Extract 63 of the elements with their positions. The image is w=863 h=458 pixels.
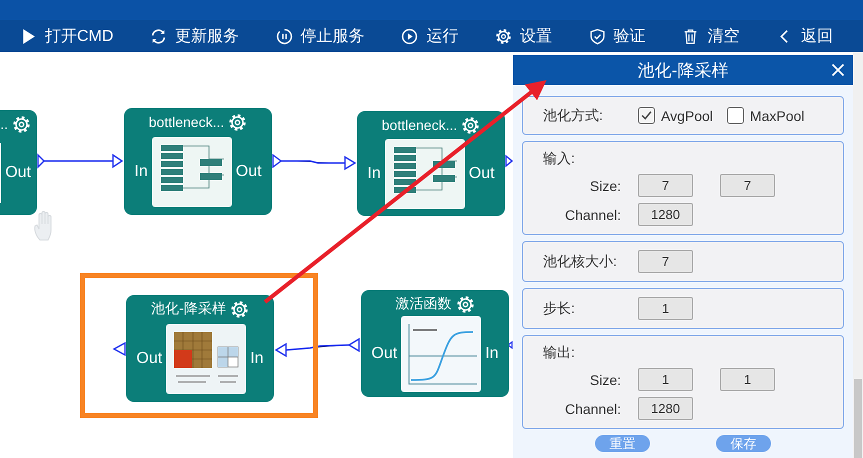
scrollbar[interactable]: [853, 52, 863, 458]
port-label: In: [367, 164, 381, 182]
number-field[interactable]: 7: [638, 174, 693, 197]
toolbar-button[interactable]: 设置: [495, 26, 552, 46]
node-title: bottleneck...: [148, 114, 224, 130]
play-icon: [20, 28, 37, 44]
settings-icon[interactable]: [228, 112, 248, 132]
number-field[interactable]: 7: [720, 174, 775, 197]
settings-icon: [495, 28, 512, 44]
number-field[interactable]: 7: [638, 250, 693, 273]
field-label: Size:: [588, 372, 621, 388]
number-field[interactable]: 1: [638, 368, 693, 391]
trash-icon: [682, 28, 700, 44]
section-label: 输入:: [543, 150, 576, 168]
number-field[interactable]: 1: [638, 297, 693, 320]
stop-icon: [276, 28, 293, 44]
port-label: In: [134, 162, 148, 180]
node-title: 激活函数: [396, 295, 452, 313]
checkbox[interactable]: [726, 107, 744, 124]
close-icon[interactable]: [831, 63, 845, 77]
graph-node[interactable]: ... Out: [0, 110, 37, 215]
graph-node[interactable]: 池化-降采样 Out In: [126, 295, 274, 402]
field-label: 池化核大小:: [543, 252, 618, 270]
toolbar-button[interactable]: 清空: [682, 26, 740, 46]
refresh-icon: [150, 28, 168, 44]
toolbar-button[interactable]: 停止服务: [276, 26, 365, 46]
toolbar-button[interactable]: 运行: [401, 26, 458, 46]
toolbar-button[interactable]: 更新服务: [150, 26, 240, 46]
field-label: Size:: [588, 178, 621, 194]
play-circle-icon: [401, 28, 418, 44]
port-label: Out: [136, 350, 162, 368]
node-title: bottleneck...: [382, 117, 458, 133]
port-label: In: [250, 350, 264, 368]
node-title: ...: [0, 116, 8, 132]
port-label: In: [485, 344, 499, 362]
toolbar-button[interactable]: 验证: [588, 26, 646, 46]
graph-node[interactable]: bottleneck... In Out: [357, 111, 505, 216]
field-label: 步长:: [543, 300, 576, 318]
port-label: Out: [5, 164, 31, 182]
section-label: 输出:: [543, 344, 576, 362]
node-title: 池化-降采样: [151, 300, 226, 318]
graph-node[interactable]: bottleneck... In Out: [124, 108, 272, 215]
field-label: Channel:: [564, 206, 621, 222]
port-label: Out: [468, 164, 495, 182]
checkbox[interactable]: [638, 107, 655, 124]
settings-icon[interactable]: [456, 294, 474, 314]
panel-title: 池化-降采样: [638, 60, 728, 82]
checkbox-label: AvgPool: [661, 108, 713, 124]
checkbox-label: MaxPool: [750, 108, 804, 124]
field-label: 池化方式:: [543, 106, 604, 124]
number-field[interactable]: 1280: [638, 397, 693, 420]
graph-node[interactable]: 激活函数 Out In: [361, 290, 509, 397]
port-label: Out: [371, 344, 398, 362]
settings-icon[interactable]: [12, 114, 31, 134]
shield-icon: [588, 28, 606, 44]
toolbar-button[interactable]: 返回: [776, 26, 833, 46]
field-label: Channel:: [564, 400, 621, 416]
number-field[interactable]: 1: [720, 368, 775, 391]
toolbar-button[interactable]: 打开CMD: [20, 26, 114, 46]
number-field[interactable]: 1280: [638, 203, 693, 226]
port-label: Out: [236, 162, 262, 180]
settings-icon[interactable]: [461, 116, 480, 134]
settings-icon[interactable]: [230, 300, 249, 318]
